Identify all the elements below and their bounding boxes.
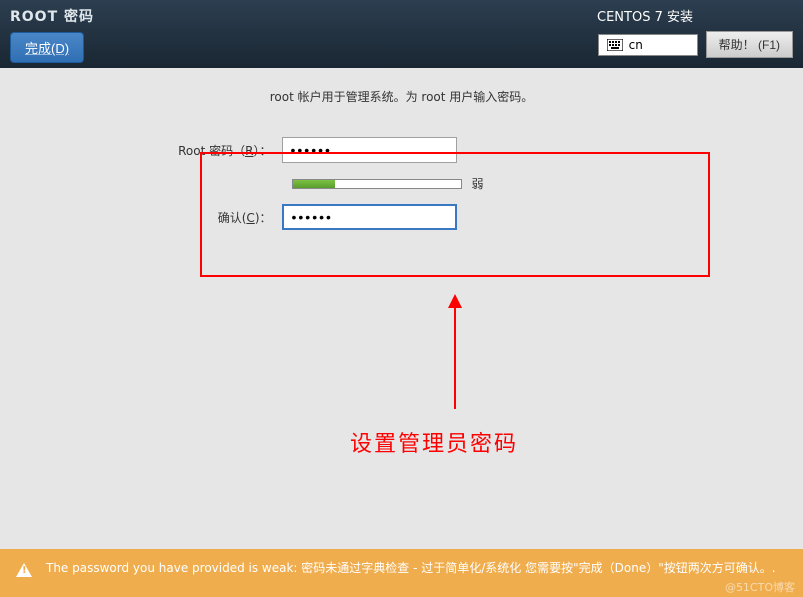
root-password-input[interactable] — [282, 137, 457, 163]
warning-text: The password you have provided is weak: … — [46, 559, 776, 577]
install-title: CENTOS 7 安装 — [597, 6, 693, 25]
warning-bar: The password you have provided is weak: … — [0, 549, 803, 597]
page-title: ROOT 密码 — [10, 6, 94, 26]
installer-header: ROOT 密码 完成(D) CENTOS 7 安装 — [0, 0, 803, 68]
done-button[interactable]: 完成(D) — [10, 32, 84, 63]
password-strength-fill — [293, 180, 335, 188]
confirm-label: 确认(C)： — [142, 209, 282, 226]
confirm-row: 确认(C)： — [142, 204, 662, 230]
confirm-password-input[interactable] — [282, 204, 457, 230]
keyboard-layout-code: cn — [629, 38, 643, 52]
password-form: Root 密码（R）： 弱 确认(C)： — [122, 117, 682, 262]
warning-icon — [16, 563, 32, 577]
strength-row: 弱 — [292, 175, 662, 192]
annotation-text: 设置管理员密码 — [350, 426, 518, 458]
password-strength-text: 弱 — [472, 175, 484, 192]
form-description: root 帐户用于管理系统。为 root 用户输入密码。 — [0, 88, 803, 105]
annotation-arrow — [440, 294, 470, 418]
header-controls: cn 帮助！ (F1) — [598, 31, 793, 58]
content-area: root 帐户用于管理系统。为 root 用户输入密码。 Root 密码（R）：… — [0, 68, 803, 262]
keyboard-layout-indicator[interactable]: cn — [598, 34, 698, 56]
watermark: @51CTO博客 — [725, 579, 795, 595]
help-button[interactable]: 帮助！ (F1) — [706, 31, 793, 58]
header-left: ROOT 密码 完成(D) — [10, 6, 94, 62]
password-strength-bar — [292, 179, 462, 189]
keyboard-icon — [607, 39, 623, 51]
header-right: CENTOS 7 安装 — [597, 6, 793, 62]
password-label: Root 密码（R）： — [142, 142, 282, 159]
password-row: Root 密码（R）： — [142, 137, 662, 163]
